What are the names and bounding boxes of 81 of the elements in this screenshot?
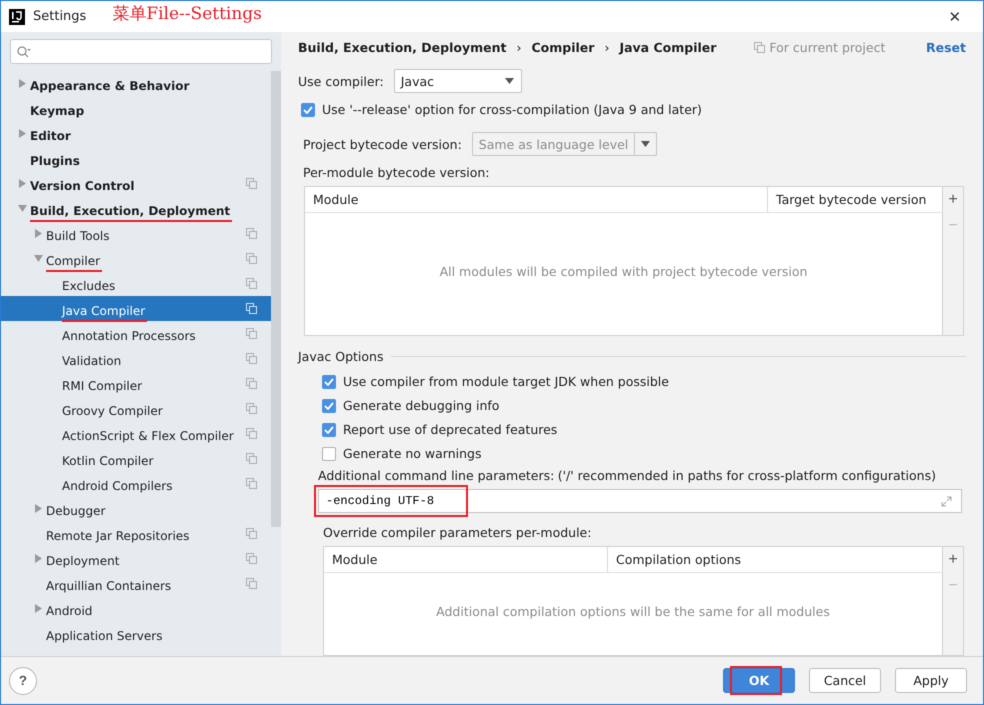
parameters-field[interactable]: -encoding UTF-8 — [318, 489, 962, 513]
checkbox[interactable] — [301, 102, 315, 116]
collapsed-arrow-icon[interactable] — [18, 79, 27, 88]
checkbox[interactable] — [322, 422, 336, 436]
breadcrumb-separator: › — [516, 40, 522, 55]
sidebar-item[interactable]: Kotlin Compiler — [1, 446, 271, 471]
sidebar-item[interactable]: Android Compilers — [1, 471, 271, 496]
checkbox[interactable] — [322, 374, 336, 388]
window-title: Settings — [33, 9, 86, 24]
checkbox[interactable] — [322, 446, 336, 460]
dialog-button[interactable]: Cancel — [809, 668, 881, 693]
breadcrumb-item[interactable]: Java Compiler — [619, 40, 716, 55]
add-button[interactable]: + — [948, 547, 958, 573]
checkbox-label: Generate debugging info — [343, 398, 500, 413]
sidebar-item[interactable]: Build Tools — [1, 221, 271, 246]
expanded-arrow-icon[interactable] — [34, 254, 43, 263]
breadcrumb-separator: › — [604, 40, 610, 55]
expand-icon — [941, 496, 952, 507]
collapsed-arrow-icon[interactable] — [18, 179, 27, 188]
reset-link[interactable]: Reset — [926, 40, 966, 55]
sidebar-item[interactable]: Version Control — [1, 171, 271, 196]
sidebar-item[interactable]: Annotation Processors — [1, 321, 271, 346]
search-field[interactable] — [10, 39, 272, 64]
sidebar-item[interactable]: Application Servers — [1, 621, 271, 646]
sidebar-item[interactable]: Android — [1, 596, 271, 621]
checkbox-label: Generate no warnings — [343, 446, 482, 461]
scope-label: For current project — [769, 40, 886, 55]
search-icon — [17, 46, 31, 58]
sidebar-item[interactable]: Appearance & Behavior — [1, 71, 271, 96]
dropdown-arrow-icon — [505, 78, 514, 84]
checkbox[interactable] — [322, 398, 336, 412]
sidebar-item[interactable]: RMI Compiler — [1, 371, 271, 396]
close-button[interactable]: ✕ — [935, 6, 975, 26]
group-title: Javac Options — [298, 349, 384, 364]
annotation-text: 菜单File--Settings — [112, 3, 262, 25]
section-label: Per-module bytecode version: — [303, 165, 490, 180]
sidebar-item[interactable]: Java Compiler — [1, 296, 271, 321]
project-scope-icon — [754, 42, 766, 53]
dialog-button[interactable]: Apply — [895, 668, 967, 693]
help-button[interactable]: ? — [9, 666, 37, 694]
hint-text: ('/' recommended in paths for cross-platform configurations) — [558, 468, 936, 483]
collapsed-arrow-icon[interactable] — [34, 504, 43, 513]
checkbox-label: Use compiler from module target JDK when possible — [343, 374, 669, 389]
checkbox-label: Use '--release' option for cross-compilation (Java 9 and later) — [322, 102, 702, 117]
expanded-arrow-icon[interactable] — [18, 204, 27, 213]
sidebar-item[interactable]: Plugins — [1, 146, 271, 171]
scrollbar-thumb[interactable] — [271, 71, 281, 527]
collapsed-arrow-icon[interactable] — [34, 604, 43, 613]
sidebar-item[interactable]: Debugger — [1, 496, 271, 521]
compiler-dropdown[interactable]: Javac — [394, 69, 522, 93]
column-header: Module — [312, 191, 360, 209]
column-header: Module — [331, 551, 378, 569]
sidebar-item[interactable]: Groovy Compiler — [1, 396, 271, 421]
checkbox-label: Report use of deprecated features — [343, 422, 558, 437]
sidebar-item[interactable]: Validation — [1, 346, 271, 371]
dropdown-arrow-icon — [640, 141, 650, 147]
section-label: Override compiler parameters per-module: — [323, 525, 592, 540]
app-logo-icon — [9, 8, 25, 24]
column-header: Target bytecode version — [767, 187, 942, 212]
sidebar-item[interactable]: ActionScript & Flex Compiler — [1, 421, 271, 446]
field-label: Additional command line parameters: — [318, 468, 554, 483]
empty-table-text: All modules will be compiled with project bytecode version — [440, 264, 808, 278]
dialog-button[interactable]: OK — [723, 668, 795, 693]
sidebar-item[interactable]: Editor — [1, 121, 271, 146]
sidebar-item[interactable]: Keymap — [1, 96, 271, 121]
sidebar-item[interactable]: Compiler — [1, 246, 271, 271]
breadcrumb-item[interactable]: Build, Execution, Deployment — [298, 40, 506, 55]
column-header: Compilation options — [607, 547, 942, 572]
collapsed-arrow-icon[interactable] — [18, 129, 27, 138]
collapsed-arrow-icon[interactable] — [34, 554, 43, 563]
sidebar-item[interactable]: Deployment — [1, 546, 271, 571]
empty-table-text: Additional compilation options will be the same for all modules — [436, 604, 830, 618]
field-label: Use compiler: — [298, 74, 384, 88]
sidebar-item[interactable]: Excludes — [1, 271, 271, 296]
breadcrumb-item[interactable]: Compiler — [531, 40, 594, 55]
field-label: Project bytecode version: — [303, 136, 462, 152]
sidebar-item[interactable]: Remote Jar Repositories — [1, 521, 271, 546]
sidebar-item[interactable]: Arquillian Containers — [1, 571, 271, 596]
sidebar-item[interactable]: Build, Execution, Deployment — [1, 196, 271, 221]
add-button[interactable]: + — [948, 187, 958, 213]
collapsed-arrow-icon[interactable] — [34, 229, 43, 238]
